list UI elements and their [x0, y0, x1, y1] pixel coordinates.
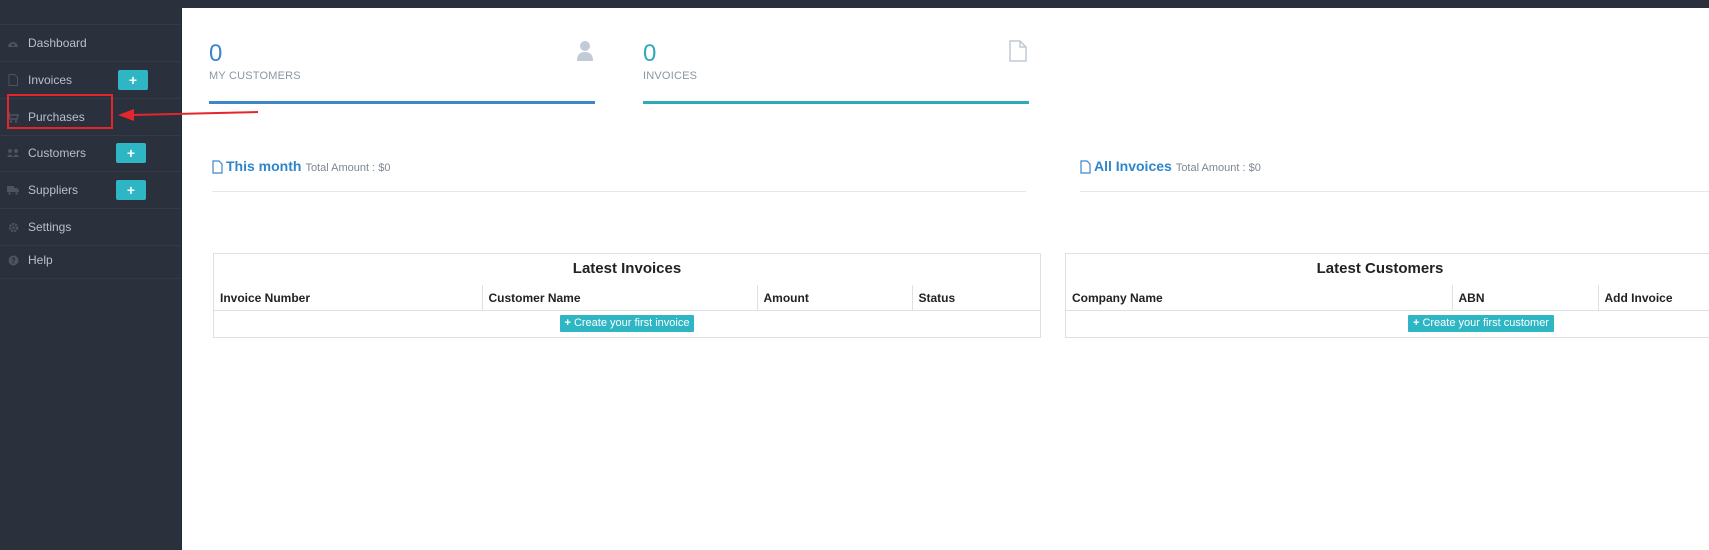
- table-row: + Create your first customer: [1066, 311, 1709, 335]
- stat-card-invoices[interactable]: 0 INVOICES: [643, 36, 1029, 104]
- create-first-customer-button[interactable]: + Create your first customer: [1408, 315, 1554, 332]
- all-invoices-link[interactable]: All Invoices: [1094, 158, 1172, 174]
- latest-customers-panel: Latest Customers Company Name ABN Add In…: [1065, 253, 1709, 338]
- column-header: Invoice Number: [214, 285, 482, 311]
- customers-label: MY CUSTOMERS: [209, 70, 301, 82]
- invoices-label: INVOICES: [643, 70, 698, 82]
- summary-title[interactable]: This month Total Amount : $0: [226, 158, 390, 174]
- cart-icon: [7, 111, 19, 123]
- question-icon: ?: [7, 254, 19, 266]
- truck-icon: [7, 184, 19, 196]
- table-row: + Create your first invoice: [214, 311, 1040, 335]
- all-invoices-amount: Total Amount : $0: [1175, 162, 1261, 174]
- summary-all-invoices: All Invoices Total Amount : $0: [1080, 158, 1709, 192]
- top-bar: [0, 0, 1709, 8]
- users-icon: [7, 147, 19, 159]
- summary-this-month: This month Total Amount : $0: [212, 158, 1026, 192]
- create-first-invoice-button[interactable]: + Create your first invoice: [559, 315, 695, 332]
- latest-customers-title: Latest Customers: [1316, 260, 1444, 277]
- gear-icon: [7, 221, 19, 233]
- add-supplier-button[interactable]: +: [116, 180, 146, 200]
- file-icon: [7, 74, 19, 86]
- sidebar-item-dashboard[interactable]: Dashboard: [0, 25, 181, 62]
- stat-card-customers[interactable]: 0 MY CUSTOMERS: [209, 36, 595, 104]
- summary-title[interactable]: All Invoices Total Amount : $0: [1094, 158, 1261, 174]
- add-customer-button[interactable]: +: [116, 143, 146, 163]
- sidebar: Dashboard Invoices + Purchases Customers…: [0, 8, 182, 550]
- column-header: ABN: [1451, 285, 1598, 311]
- sidebar-item-settings[interactable]: Settings: [0, 209, 181, 246]
- create-first-invoice-label: Create your first invoice: [573, 317, 690, 329]
- sidebar-item-label: Suppliers: [28, 183, 79, 197]
- customers-accent-bar: [209, 101, 595, 104]
- column-header: Amount: [756, 285, 912, 311]
- svg-text:?: ?: [11, 256, 16, 265]
- sidebar-item-purchases[interactable]: Purchases: [0, 99, 181, 136]
- empty-cell: + Create your first customer: [1066, 311, 1709, 335]
- dashboard-icon: [7, 37, 19, 49]
- column-header: Customer Name: [481, 285, 757, 311]
- this-month-amount: Total Amount : $0: [305, 162, 391, 174]
- empty-cell: + Create your first invoice: [214, 311, 1040, 335]
- user-icon: [575, 40, 595, 62]
- column-header: Add Invoice: [1597, 285, 1709, 311]
- plus-icon: +: [564, 317, 571, 329]
- this-month-link[interactable]: This month: [226, 158, 301, 174]
- sidebar-item-customers[interactable]: Customers +: [0, 135, 181, 172]
- sidebar-item-label: Settings: [28, 220, 72, 234]
- divider: [1080, 191, 1709, 192]
- divider: [212, 191, 1026, 192]
- sidebar-item-help[interactable]: ? Help: [0, 242, 181, 279]
- latest-invoices-table: Invoice Number Customer Name Amount Stat…: [214, 285, 1040, 334]
- table-header-row: Invoice Number Customer Name Amount Stat…: [214, 285, 1040, 311]
- column-header: Company Name: [1066, 285, 1452, 311]
- create-first-customer-label: Create your first customer: [1422, 317, 1549, 329]
- latest-customers-table: Company Name ABN Add Invoice + Create you…: [1066, 285, 1709, 334]
- sidebar-item-invoices[interactable]: Invoices +: [0, 62, 181, 99]
- sidebar-item-label: Customers: [28, 146, 87, 160]
- invoices-count: 0: [643, 40, 657, 67]
- sidebar-item-label: Help: [28, 253, 53, 267]
- add-invoice-button[interactable]: +: [118, 70, 148, 90]
- file-icon: [212, 160, 223, 174]
- sidebar-item-label: Dashboard: [28, 36, 87, 50]
- file-icon: [1080, 160, 1091, 174]
- latest-invoices-panel: Latest Invoices Invoice Number Customer …: [213, 253, 1041, 338]
- file-icon: [1009, 40, 1029, 62]
- invoices-accent-bar: [643, 101, 1029, 104]
- column-header: Status: [911, 285, 1040, 311]
- table-header-row: Company Name ABN Add Invoice: [1066, 285, 1709, 311]
- sidebar-item-label: Purchases: [28, 110, 85, 124]
- sidebar-item-label: Invoices: [28, 73, 73, 87]
- customers-count: 0: [209, 40, 223, 67]
- plus-icon: +: [1413, 317, 1420, 329]
- latest-invoices-title: Latest Invoices: [572, 260, 682, 277]
- sidebar-item-suppliers[interactable]: Suppliers +: [0, 172, 181, 209]
